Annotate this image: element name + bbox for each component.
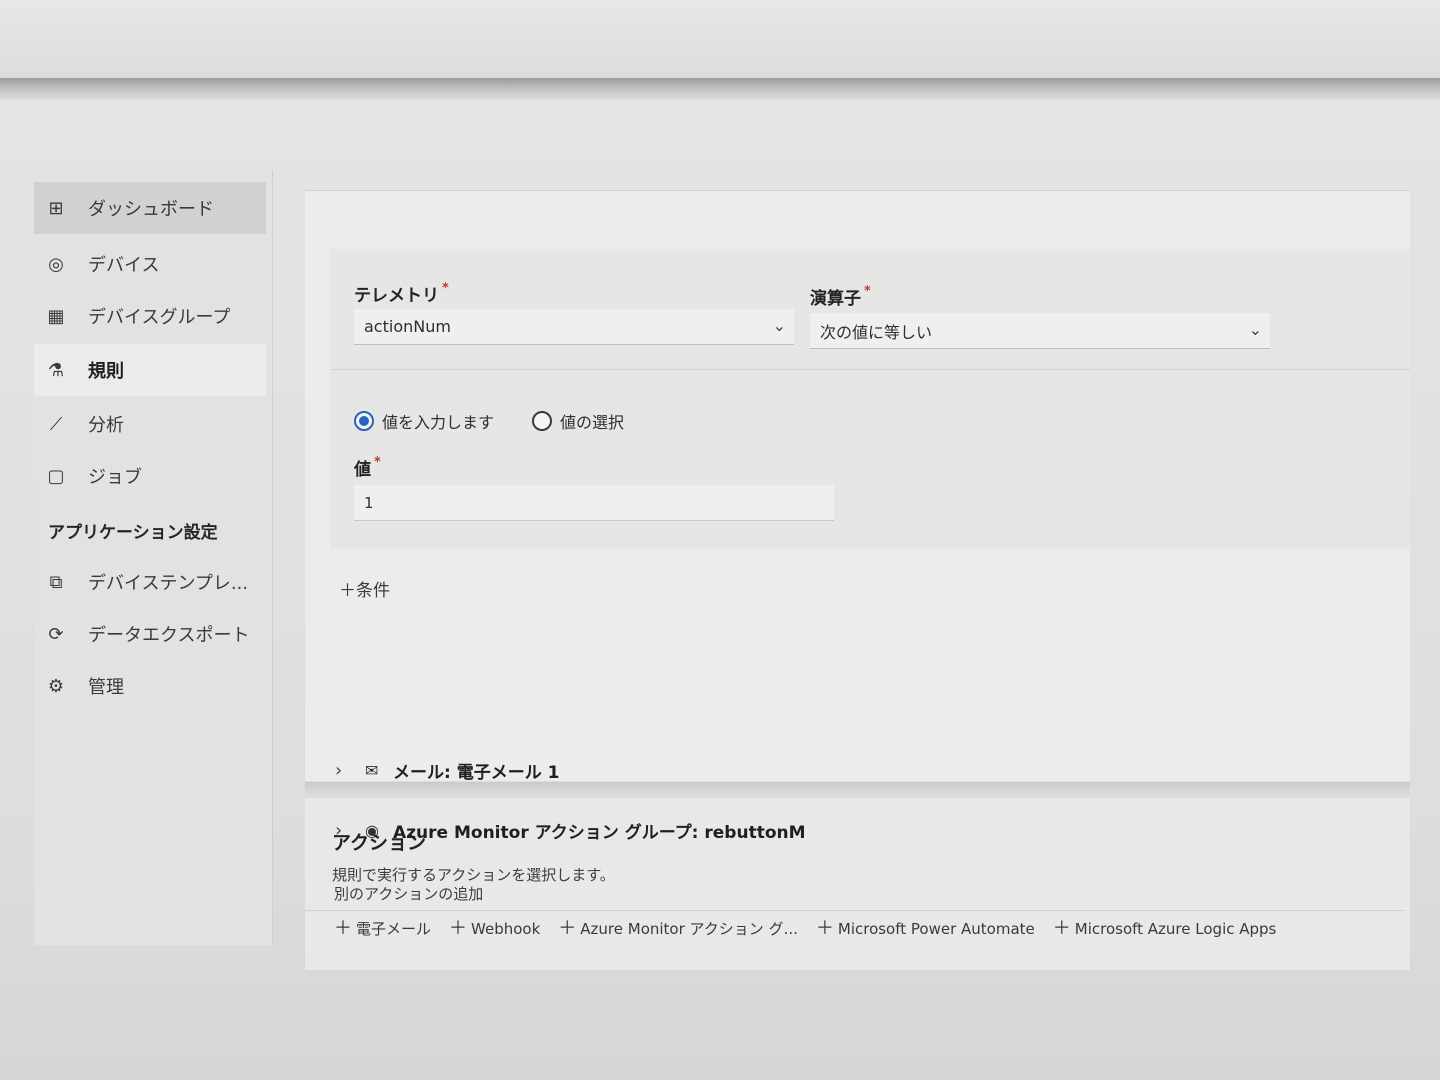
add-webhook-action-link[interactable]: ＋ Webhook [449, 914, 540, 940]
sidebar-item-label: デバイスグループ [88, 307, 231, 328]
sidebar-section-app-settings: アプリケーション設定 [48, 523, 218, 543]
device-template-icon: ⧉ [49, 571, 63, 593]
sidebar-item-label: 規則 [88, 361, 124, 382]
add-power-automate-action-link[interactable]: ＋ Microsoft Power Automate [816, 914, 1035, 940]
device-icon: ◎ [48, 253, 64, 275]
radio-unselected-icon [532, 411, 552, 431]
jobs-icon: ▢ [47, 465, 65, 487]
sidebar-item-dashboard[interactable]: ⊞ ダッシュボード [34, 182, 266, 234]
browser-bar [0, 78, 1440, 100]
chevron-right-icon: › [335, 760, 343, 781]
sidebar-item-label: 分析 [88, 415, 124, 436]
plus-icon: ＋ [449, 918, 468, 939]
sidebar: ⊞ ダッシュボード ◎ デバイス ▦ デバイスグループ ⚗ 規則 ⟋ 分析 ▢ … [34, 170, 273, 945]
divider [305, 910, 1405, 911]
mail-icon: ✉ [365, 761, 379, 780]
telemetry-value: actionNum [364, 317, 451, 336]
condition-card: テレメトリ * actionNum ⌄ 演算子 * 次の値に等しい ⌄ 値を入力しま… [305, 190, 1410, 781]
device-group-icon: ▦ [47, 305, 65, 327]
sidebar-item-device-groups[interactable]: ▦ デバイスグループ [34, 290, 266, 342]
plus-icon: ＋ [339, 581, 356, 601]
chevron-down-icon: ⌄ [1248, 320, 1262, 339]
operator-dropdown[interactable]: 次の値に等しい ⌄ [810, 313, 1270, 349]
sidebar-item-devices[interactable]: ◎ デバイス [34, 238, 266, 290]
chevron-right-icon: › [335, 820, 343, 841]
operator-value: 次の値に等しい [820, 322, 933, 342]
action-item-email[interactable]: › ✉ メール: 電子メール 1 [335, 758, 559, 783]
radio-selected-icon [354, 411, 374, 431]
plus-icon: ＋ [815, 918, 834, 939]
card-separator [305, 782, 1410, 796]
sidebar-item-label: 管理 [88, 677, 124, 698]
plus-icon: ＋ [558, 918, 577, 939]
top-tab-stub [445, 170, 695, 192]
chevron-down-icon: ⌄ [772, 316, 786, 335]
data-export-icon: ⟳ [48, 623, 64, 645]
analytics-icon: ⟋ [49, 413, 63, 435]
sidebar-item-label: データエクスポート [88, 625, 250, 646]
monitor-bezel-top [0, 0, 1440, 78]
radio-enter-value[interactable]: 値を入力します [354, 409, 494, 433]
rule-editor: テレメトリ * actionNum ⌄ 演算子 * 次の値に等しい ⌄ 値を入力しま… [305, 170, 1415, 970]
sidebar-item-label: デバイステンプレ... [88, 573, 249, 594]
telemetry-label: テレメトリ * [354, 281, 449, 306]
divider [330, 369, 1410, 370]
operator-label: 演算子 * [810, 284, 871, 309]
add-other-action-label: 別のアクションの追加 [334, 885, 484, 903]
dashboard-icon: ⊞ [48, 197, 64, 219]
plus-icon: ＋ [334, 918, 352, 939]
add-azure-monitor-action-link[interactable]: ＋ Azure Monitor アクション グ... [558, 914, 798, 940]
sidebar-item-label: ダッシュボード [88, 199, 214, 220]
actions-subtitle: 規則で実行するアクションを選択します。 [332, 866, 615, 884]
radio-select-value[interactable]: 値の選択 [532, 409, 624, 433]
sidebar-item-label: ジョブ [88, 467, 142, 488]
azure-monitor-icon: ◉ [365, 821, 379, 840]
sidebar-item-rules[interactable]: ⚗ 規則 [34, 344, 266, 396]
sidebar-item-device-templates[interactable]: ⧉ デバイステンプレ... [34, 556, 266, 608]
add-action-links: ＋電子メール ＋ Webhook ＋ Azure Monitor アクション グ..… [334, 914, 1294, 940]
sidebar-item-analytics[interactable]: ⟋ 分析 [34, 398, 266, 450]
sidebar-item-label: デバイス [88, 255, 160, 276]
condition-panel: テレメトリ * actionNum ⌄ 演算子 * 次の値に等しい ⌄ 値を入力しま… [330, 249, 1410, 549]
admin-icon: ⚙ [47, 675, 65, 697]
value-input[interactable]: 1 [354, 485, 834, 521]
add-email-action-link[interactable]: ＋電子メール [334, 914, 431, 940]
add-condition-button[interactable]: ＋条件 [339, 576, 390, 601]
value-label: 値 * [354, 455, 381, 480]
rules-icon: ⚗ [47, 359, 65, 381]
sidebar-item-admin[interactable]: ⚙ 管理 [34, 660, 266, 712]
plus-icon: ＋ [1052, 918, 1071, 939]
sidebar-item-jobs[interactable]: ▢ ジョブ [34, 450, 266, 502]
add-logic-apps-action-link[interactable]: ＋ Microsoft Azure Logic Apps [1053, 914, 1277, 940]
action-item-azure-monitor[interactable]: › ◉ Azure Monitor アクション グループ: rebuttonM [335, 818, 806, 843]
telemetry-dropdown[interactable]: actionNum ⌄ [354, 309, 794, 345]
sidebar-item-data-export[interactable]: ⟳ データエクスポート [34, 608, 266, 660]
